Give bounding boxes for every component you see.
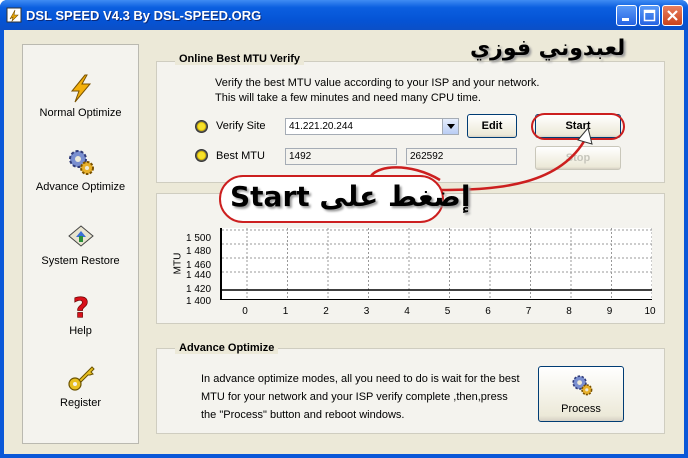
process-button[interactable]: Process	[538, 366, 624, 422]
graph-ytick: 1 440	[186, 270, 212, 281]
verify-site-combo[interactable]: 41.221.20.244	[285, 118, 459, 135]
mtu-graph-grid	[222, 228, 652, 299]
restore-icon	[67, 225, 94, 247]
sidebar-item-label: System Restore	[41, 255, 120, 267]
close-button[interactable]	[662, 5, 683, 26]
key-icon	[67, 366, 95, 391]
close-icon	[667, 10, 678, 21]
mtu-verify-title: Online Best MTU Verify	[175, 53, 305, 65]
sidebar-item-system-restore[interactable]: System Restore	[23, 221, 138, 267]
best-mtu-radio[interactable]	[195, 149, 208, 162]
graph-xtick: 6	[485, 306, 491, 317]
graph-ylabel: MTU	[172, 252, 184, 275]
start-highlight-oval	[531, 113, 625, 140]
sidebar-item-label: Advance Optimize	[35, 181, 126, 193]
sidebar: Normal Optimize Advance Optimize System …	[22, 44, 139, 444]
lightning-icon	[70, 74, 91, 103]
sidebar-item-label: Help	[69, 325, 92, 337]
mtu-graph-plot	[220, 228, 652, 300]
graph-xtick: 9	[606, 306, 613, 317]
verify-site-label: Verify Site	[216, 120, 266, 132]
stop-button[interactable]: Stop	[535, 146, 621, 170]
maximize-button[interactable]	[639, 5, 660, 26]
advance-optimize-title: Advance Optimize	[175, 342, 279, 354]
mtu-verify-description-line2: This will take a few minutes and need ma…	[215, 92, 481, 104]
gears-icon	[68, 150, 94, 175]
graph-xtick: 5	[444, 306, 451, 317]
edit-button[interactable]: Edit	[467, 114, 517, 138]
best-mtu-label: Best MTU	[216, 150, 265, 162]
sidebar-item-register[interactable]: Register	[23, 363, 138, 409]
graph-xtick: 3	[363, 306, 370, 317]
advance-optimize-text-line1: In advance optimize modes, all you need …	[201, 373, 520, 385]
best-mtu-secondary-field: 262592	[406, 148, 517, 165]
best-mtu-value-field: 1492	[285, 148, 397, 165]
minimize-button[interactable]	[616, 5, 637, 26]
graph-ytick: 1 500	[186, 233, 212, 244]
maximize-icon	[643, 9, 656, 22]
graph-xtick: 2	[323, 306, 329, 317]
svg-text:?: ?	[72, 291, 88, 321]
graph-ytick: 1 480	[186, 246, 212, 257]
author-name-annotation: لعبدوني فوزي	[470, 36, 626, 61]
help-icon: ?	[72, 291, 89, 321]
app-icon	[6, 7, 22, 23]
sidebar-item-normal-optimize[interactable]: Normal Optimize	[23, 73, 138, 119]
mtu-verify-description-line1: Verify the best MTU value according to y…	[215, 77, 540, 89]
verify-site-radio[interactable]	[195, 120, 208, 133]
minimize-icon	[622, 18, 629, 21]
sidebar-item-label: Register	[60, 397, 101, 409]
graph-ytick: 1 420	[186, 284, 212, 295]
graph-xtick: 8	[566, 306, 572, 317]
advance-optimize-text-line3: the "Process" button and reboot windows.	[201, 409, 405, 421]
chevron-down-icon[interactable]	[442, 119, 458, 134]
graph-xtick: 0	[242, 306, 248, 317]
graph-xtick: 1	[282, 306, 289, 317]
window-title: DSL SPEED V4.3 By DSL-SPEED.ORG	[26, 8, 262, 23]
sidebar-item-advance-optimize[interactable]: Advance Optimize	[23, 147, 138, 193]
graph-xtick: 7	[525, 306, 532, 317]
graph-xtick: 4	[404, 306, 410, 317]
graph-xtick: 10	[644, 306, 656, 317]
instruction-text: إضغط على Start	[230, 180, 471, 213]
verify-site-value: 41.221.20.244	[289, 121, 353, 132]
advance-optimize-text-line2: MTU for your network and your ISP verify…	[201, 391, 508, 403]
gears-icon	[572, 375, 593, 396]
graph-ytick: 1 400	[186, 296, 212, 307]
process-button-label: Process	[561, 403, 601, 415]
sidebar-item-help[interactable]: ? Help	[23, 291, 138, 337]
title-bar[interactable]: DSL SPEED V4.3 By DSL-SPEED.ORG	[0, 0, 688, 30]
sidebar-item-label: Normal Optimize	[39, 107, 122, 119]
